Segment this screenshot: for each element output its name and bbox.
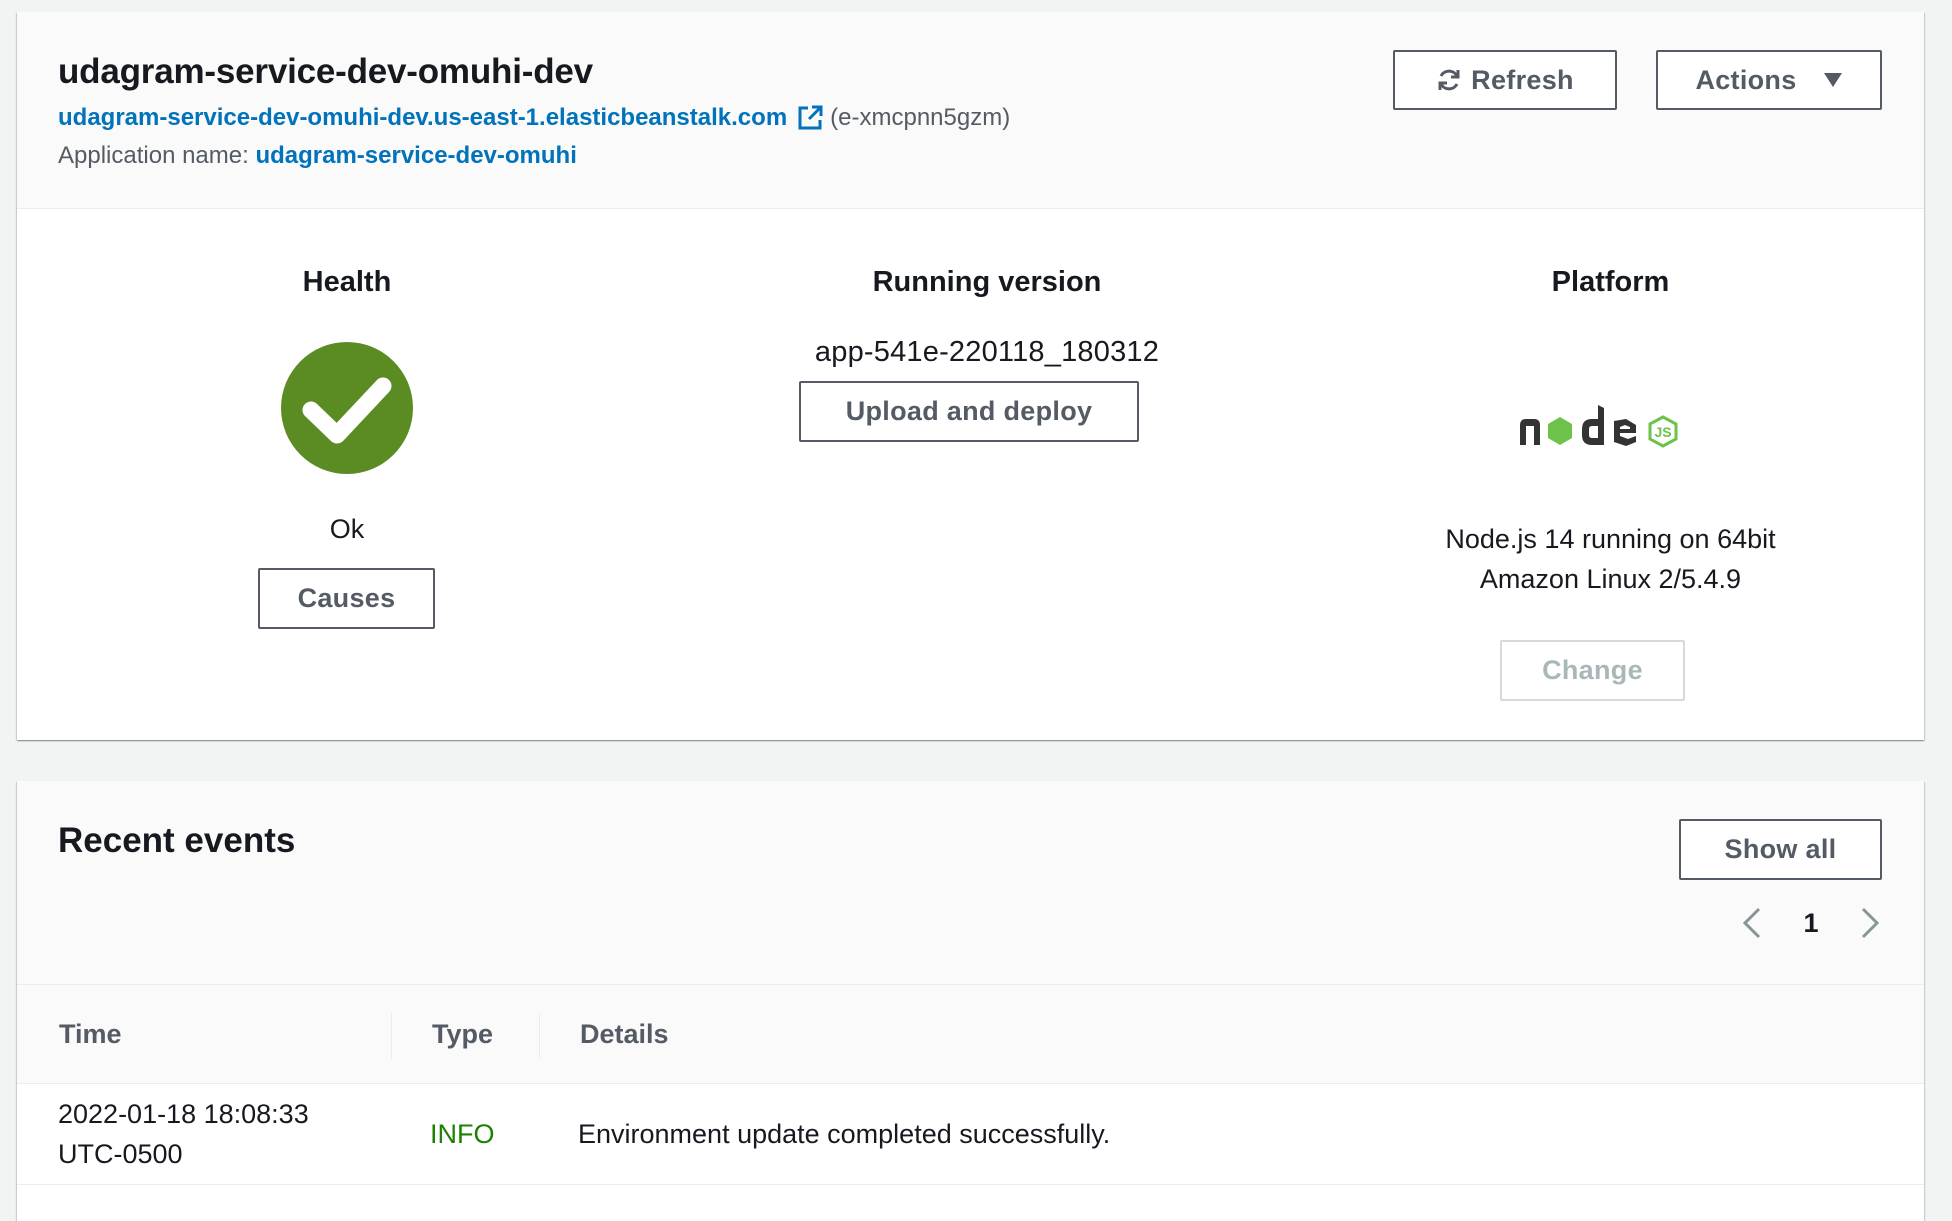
next-page-icon[interactable] [1850, 903, 1890, 943]
environment-overview-panel: udagram-service-dev-omuhi-dev udagram-se… [17, 12, 1924, 740]
platform-title: Platform [1551, 266, 1670, 298]
application-name-label: Application name: [58, 142, 249, 169]
column-header-time[interactable]: Time [59, 985, 122, 1084]
table-row: 2022-01-18 18:08:33 UTC-0500 INFO Enviro… [17, 1084, 1924, 1185]
running-version-section: Running version app-541e-220118_180312 [677, 209, 1297, 369]
upload-and-deploy-button[interactable]: Upload and deploy [799, 381, 1139, 442]
health-ok-check-icon [281, 342, 413, 474]
environment-url-link[interactable]: udagram-service-dev-omuhi-dev.us-east-1.… [58, 104, 787, 132]
refresh-button-label: Refresh [1471, 64, 1574, 95]
recent-events-panel: Recent events Show all 1 Time Type Detai… [17, 781, 1924, 1221]
platform-section: Platform JS Node.js 14 running on 64bit … [1297, 209, 1924, 599]
environment-id: (e-xmcpnn5gzm) [830, 104, 1011, 131]
platform-line-2: Amazon Linux 2/5.4.9 [1479, 564, 1742, 594]
environment-header: udagram-service-dev-omuhi-dev udagram-se… [17, 12, 1924, 209]
svg-text:JS: JS [1654, 424, 1671, 440]
previous-page-icon[interactable] [1732, 903, 1772, 943]
event-time-cell: 2022-01-18 18:08:33 UTC-0500 [58, 1084, 358, 1184]
column-header-type[interactable]: Type [432, 985, 493, 1084]
recent-events-title: Recent events [58, 821, 296, 860]
health-section: Health Ok [17, 209, 677, 545]
environment-title: udagram-service-dev-omuhi-dev [58, 52, 593, 91]
column-divider[interactable] [539, 1013, 540, 1059]
event-time-zone: UTC-0500 [58, 1139, 183, 1169]
platform-line-1: Node.js 14 running on 64bit [1445, 524, 1776, 554]
events-table-header: Time Type Details [17, 985, 1924, 1084]
column-header-details[interactable]: Details [580, 985, 669, 1084]
platform-value: Node.js 14 running on 64bit Amazon Linux… [1297, 519, 1924, 599]
recent-events-header: Recent events Show all 1 [17, 781, 1924, 985]
change-platform-button[interactable]: Change [1500, 640, 1685, 701]
events-table: Time Type Details 2022-01-18 18:08:33 UT… [17, 985, 1924, 1185]
application-name-link[interactable]: udagram-service-dev-omuhi [255, 142, 576, 169]
event-type-cell: INFO [430, 1118, 495, 1149]
running-version-value: app-541e-220118_180312 [814, 336, 1160, 368]
event-details-cell: Environment update completed successfull… [578, 1118, 1111, 1149]
caret-down-icon [1823, 72, 1843, 88]
pagination: 1 [1732, 903, 1890, 943]
causes-button[interactable]: Causes [258, 568, 435, 629]
event-time-date: 2022-01-18 18:08:33 [58, 1099, 309, 1129]
show-all-button[interactable]: Show all [1679, 819, 1882, 880]
actions-dropdown-button[interactable]: Actions [1656, 50, 1882, 110]
actions-button-label: Actions [1695, 64, 1797, 95]
column-divider[interactable] [391, 1013, 392, 1059]
node-js-logo-icon: JS [1519, 405, 1677, 448]
environment-url-line: udagram-service-dev-omuhi-dev.us-east-1.… [58, 104, 1010, 132]
refresh-icon [1436, 67, 1462, 93]
current-page-number[interactable]: 1 [1772, 908, 1850, 939]
refresh-button[interactable]: Refresh [1393, 50, 1617, 110]
application-name-line: Application name: udagram-service-dev-om… [58, 142, 577, 170]
running-version-title: Running version [872, 266, 1102, 298]
external-link-icon[interactable] [796, 104, 824, 132]
health-status: Ok [329, 514, 365, 544]
health-title: Health [302, 266, 392, 298]
